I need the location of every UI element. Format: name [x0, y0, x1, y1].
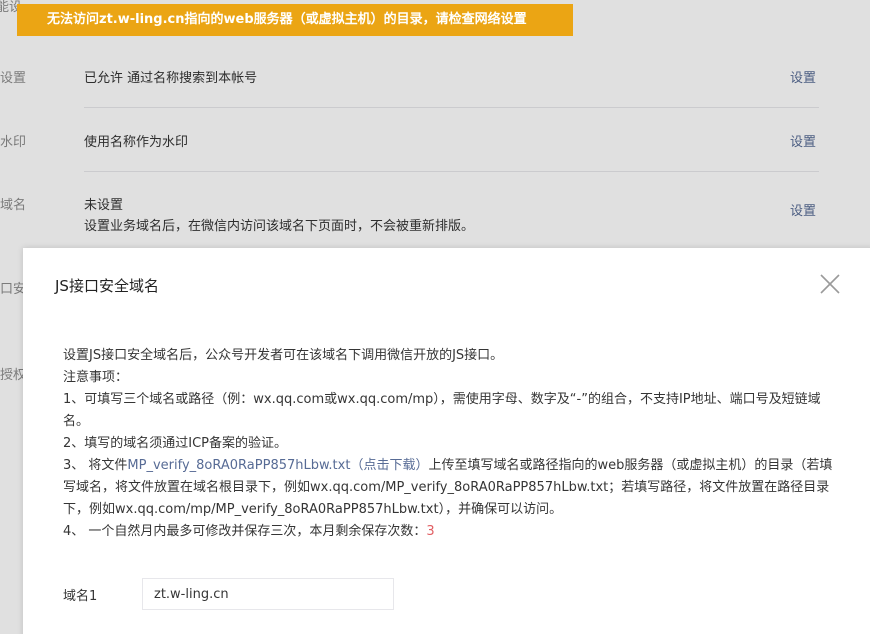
- intro-text: 设置JS接口安全域名后，公众号开发者可在该域名下调用微信开放的JS接口。: [63, 348, 504, 363]
- domain-input[interactable]: [142, 578, 394, 610]
- remaining-count: 3: [426, 524, 435, 539]
- download-link[interactable]: （点击下载）: [350, 458, 428, 473]
- error-toast: 无法访问zt.w-ling.cn指向的web服务器（或虚拟主机）的目录，请检查网…: [17, 4, 573, 36]
- close-icon[interactable]: [819, 273, 841, 295]
- note-4: 4、 一个自然月内最多可修改并保存三次，本月剩余保存次数：3: [63, 521, 843, 543]
- domain-field-label: 域名1: [63, 589, 98, 604]
- note-4-prefix: 4、 一个自然月内最多可修改并保存三次，本月剩余保存次数：: [63, 524, 427, 539]
- note-1: 1、可填写三个域名或路径（例：wx.qq.com或wx.qq.com/mp），需…: [63, 392, 821, 429]
- verify-file-link[interactable]: MP_verify_8oRA0RaPP857hLbw.txt: [127, 458, 350, 473]
- note-3-prefix: 3、 将文件: [63, 458, 128, 473]
- js-domain-dialog: JS接口安全域名 设置JS接口安全域名后，公众号开发者可在该域名下调用微信开放的…: [23, 248, 870, 634]
- notes-title: 注意事项：: [63, 370, 129, 385]
- domain-form-row: 域名1: [63, 578, 843, 610]
- dialog-body: 设置JS接口安全域名后，公众号开发者可在该域名下调用微信开放的JS接口。 注意事…: [63, 345, 843, 543]
- dialog-title: JS接口安全域名: [55, 277, 159, 295]
- note-3: 3、 将文件MP_verify_8oRA0RaPP857hLbw.txt（点击下…: [63, 455, 843, 521]
- note-2: 2、填写的域名须通过ICP备案的验证。: [63, 436, 288, 451]
